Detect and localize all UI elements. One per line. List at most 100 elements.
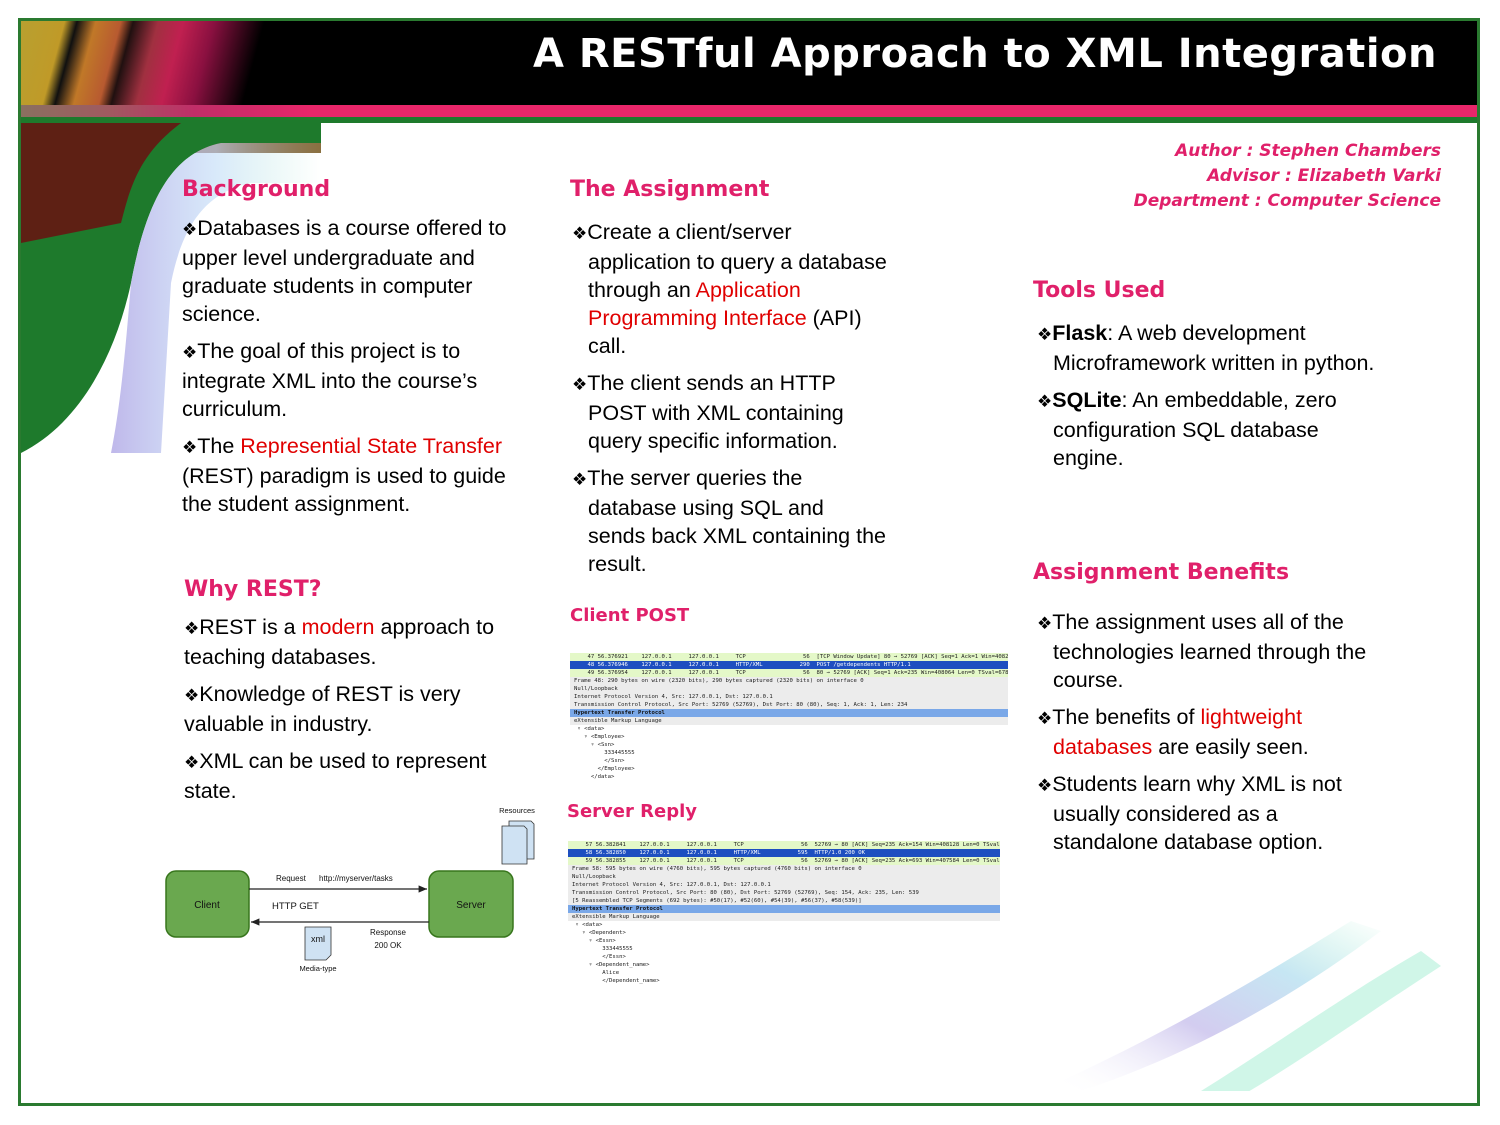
- detail-row: </data>: [570, 773, 1008, 781]
- list-item: ❖Databases is a course offered to upper …: [182, 216, 507, 326]
- bullet-icon: ❖: [1037, 776, 1053, 795]
- client-post-capture: 47 56.376921 127.0.0.1 127.0.0.1 TCP 56 …: [570, 653, 1008, 781]
- detail-row: Hypertext Transfer Protocol: [568, 905, 1000, 913]
- bullet-icon: ❖: [572, 375, 588, 394]
- bullet-icon: ❖: [1037, 392, 1053, 411]
- tools-heading: Tools Used: [1033, 278, 1166, 303]
- tool-name: SQLite: [1052, 388, 1122, 412]
- detail-row: 333445555: [568, 945, 1000, 953]
- benefits-list: ❖The assignment uses all of the technolo…: [1037, 608, 1377, 865]
- detail-row: ▿ <Ssn>: [570, 741, 1008, 749]
- highlight-term: Represential State Transfer: [240, 434, 502, 458]
- bullet-icon: ❖: [184, 686, 200, 705]
- detail-row: [5 Reassembled TCP Segments (692 bytes):…: [568, 897, 1000, 905]
- detail-row: eXtensible Markup Language: [568, 913, 1000, 921]
- resources-label: Resources: [499, 806, 535, 815]
- tools-list: ❖Flask: A web development Microframework…: [1037, 319, 1387, 481]
- why-rest-list: ❖REST is a modern approach to teaching d…: [184, 613, 529, 814]
- detail-row: ▿ <Employee>: [570, 733, 1008, 741]
- list-item: ❖The server queries the database using S…: [572, 466, 886, 576]
- list-item: ❖Flask: A web development Microframework…: [1037, 321, 1375, 375]
- department-line: Department : Computer Science: [1133, 191, 1441, 211]
- title-banner: A RESTful Approach to XML Integration: [21, 21, 1477, 105]
- bullet-icon: ❖: [182, 438, 198, 457]
- author-line: Author : Stephen Chambers: [1175, 141, 1441, 161]
- detail-row: Internet Protocol Version 4, Src: 127.0.…: [570, 693, 1008, 701]
- client-label: Client: [194, 900, 220, 911]
- detail-row: Frame 58: 595 bytes on wire (4760 bits),…: [568, 865, 1000, 873]
- list-item: ❖The assignment uses all of the technolo…: [1037, 610, 1367, 692]
- packet-row: 57 56.382841 127.0.0.1 127.0.0.1 TCP 56 …: [568, 841, 1000, 849]
- highlight-term: modern: [301, 615, 375, 639]
- detail-row: Frame 48: 290 bytes on wire (2320 bits),…: [570, 677, 1008, 685]
- list-item: ❖XML can be used to represent state.: [184, 749, 487, 803]
- bullet-icon: ❖: [572, 470, 588, 489]
- client-post-heading: Client POST: [570, 605, 690, 626]
- poster-title: A RESTful Approach to XML Integration: [533, 31, 1437, 77]
- list-item: ❖The goal of this project is to integrat…: [182, 339, 478, 421]
- list-item: ❖Create a client/server application to q…: [572, 220, 887, 358]
- poster: A RESTful Approach to XML Integration Au…: [18, 18, 1480, 1106]
- detail-row: ▿ <data>: [570, 725, 1008, 733]
- server-reply-capture: 57 56.382841 127.0.0.1 127.0.0.1 TCP 56 …: [568, 841, 1000, 985]
- bullet-icon: ❖: [182, 343, 198, 362]
- bottom-swoosh-decoration: [1061, 921, 1441, 1091]
- bullet-icon: ❖: [184, 753, 200, 772]
- rest-diagram: Client Server Request http://myserver/ta…: [165, 806, 535, 973]
- detail-row: ▿ <Dependent>: [568, 929, 1000, 937]
- detail-row: Internet Protocol Version 4, Src: 127.0.…: [568, 881, 1000, 889]
- media-type-label: Media-type: [299, 964, 336, 973]
- bullet-icon: ❖: [1037, 709, 1053, 728]
- response-label-2: 200 OK: [374, 941, 402, 950]
- detail-row: </Ssn>: [570, 757, 1008, 765]
- assignment-list: ❖Create a client/server application to q…: [572, 218, 887, 587]
- list-item: ❖REST is a modern approach to teaching d…: [184, 615, 495, 669]
- advisor-line: Advisor : Elizabeth Varki: [1207, 166, 1441, 186]
- assignment-heading: The Assignment: [570, 177, 770, 202]
- bullet-icon: ❖: [182, 220, 198, 239]
- method-label: HTTP GET: [272, 901, 319, 912]
- bullet-icon: ❖: [1037, 325, 1053, 344]
- packet-row: 49 56.376954 127.0.0.1 127.0.0.1 TCP 56 …: [570, 669, 1008, 677]
- list-item: ❖The benefits of lightweight databases a…: [1037, 705, 1309, 759]
- detail-row: </Dependent_name>: [568, 977, 1000, 985]
- list-item: ❖The client sends an HTTP POST with XML …: [572, 371, 844, 453]
- xml-label: xml: [311, 934, 325, 944]
- background-list: ❖Databases is a course offered to upper …: [182, 214, 522, 527]
- detail-row: ▿ <Essn>: [568, 937, 1000, 945]
- server-reply-heading: Server Reply: [567, 801, 697, 822]
- detail-row: 333445555: [570, 749, 1008, 757]
- author-credits: Author : Stephen Chambers Advisor : Eliz…: [1134, 139, 1441, 214]
- list-item: ❖SQLite: An embeddable, zero configurati…: [1037, 388, 1337, 470]
- request-url: http://myserver/tasks: [319, 874, 393, 883]
- detail-row: ▿ <Dependent_name>: [568, 961, 1000, 969]
- packet-row: 58 56.382850 127.0.0.1 127.0.0.1 HTTP/XM…: [568, 849, 1000, 857]
- benefits-heading: Assignment Benefits: [1033, 560, 1290, 585]
- detail-row: Null/Loopback: [570, 685, 1008, 693]
- detail-row: Alice: [568, 969, 1000, 977]
- request-label: Request: [276, 874, 307, 883]
- background-heading: Background: [182, 177, 331, 202]
- packet-row: 59 56.382855 127.0.0.1 127.0.0.1 TCP 56 …: [568, 857, 1000, 865]
- bullet-icon: ❖: [572, 224, 588, 243]
- server-label: Server: [456, 900, 486, 911]
- bullet-icon: ❖: [184, 619, 200, 638]
- detail-row: Null/Loopback: [568, 873, 1000, 881]
- list-item: ❖Knowledge of REST is very valuable in i…: [184, 682, 461, 736]
- packet-row: 47 56.376921 127.0.0.1 127.0.0.1 TCP 56 …: [570, 653, 1008, 661]
- detail-row: ▿ <data>: [568, 921, 1000, 929]
- detail-row: </Essn>: [568, 953, 1000, 961]
- list-item: ❖The Represential State Transfer (REST) …: [182, 434, 506, 516]
- tool-name: Flask: [1052, 321, 1108, 345]
- response-label-1: Response: [370, 928, 407, 937]
- banner-decoration: [21, 21, 311, 105]
- why-rest-heading: Why REST?: [184, 577, 322, 602]
- pink-stripe-fade: [21, 105, 311, 117]
- detail-row: eXtensible Markup Language: [570, 717, 1008, 725]
- list-item: ❖Students learn why XML is not usually c…: [1037, 772, 1342, 854]
- detail-row: Hypertext Transfer Protocol: [570, 709, 1008, 717]
- packet-row: 48 56.376946 127.0.0.1 127.0.0.1 HTTP/XM…: [570, 661, 1008, 669]
- detail-row: </Employee>: [570, 765, 1008, 773]
- detail-row: Transmission Control Protocol, Src Port:…: [568, 889, 1000, 897]
- bullet-icon: ❖: [1037, 614, 1053, 633]
